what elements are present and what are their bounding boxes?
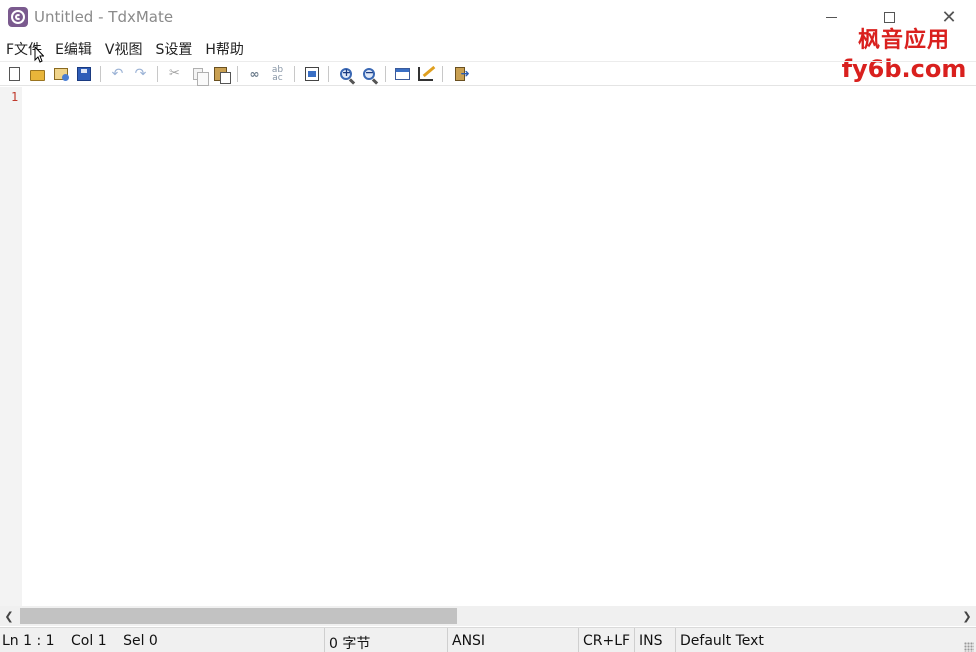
replace-icon: ab ac <box>271 64 284 83</box>
cut-button[interactable]: ✂ <box>163 63 186 85</box>
app-icon[interactable] <box>8 7 28 27</box>
status-position: Ln 1 : 1 Col 1 Sel 0 <box>0 628 324 652</box>
new-file-button[interactable] <box>3 63 26 85</box>
properties-button[interactable] <box>300 63 323 85</box>
line-number: 1 <box>11 90 19 104</box>
exit-button[interactable] <box>448 63 471 85</box>
window-title: Untitled - TdxMate <box>34 8 174 26</box>
toolbar-separator <box>385 65 386 82</box>
recent-files-icon <box>53 67 69 81</box>
exit-icon <box>454 66 470 81</box>
toolbar-separator <box>237 65 238 82</box>
new-file-icon <box>9 66 20 81</box>
status-column: Col 1 <box>71 633 107 649</box>
paste-button[interactable] <box>209 63 232 85</box>
scrollbar-thumb[interactable] <box>20 608 457 624</box>
resize-grip-icon[interactable] <box>964 642 974 652</box>
menu-view[interactable]: V视图 <box>99 36 150 60</box>
text-editor[interactable] <box>23 87 976 607</box>
chevron-left-icon: ❮ <box>4 609 14 623</box>
close-icon: ✕ <box>941 6 957 28</box>
watermark-name: 枫音应用 <box>857 28 950 53</box>
minimize-button[interactable] <box>808 0 854 34</box>
paste-icon <box>214 66 231 84</box>
menu-bar: F文件 E编辑 V视图 S设置 H帮助 <box>0 36 976 60</box>
toolbar-separator <box>294 65 295 82</box>
open-file-icon <box>30 69 45 81</box>
toolbar-separator <box>442 65 443 82</box>
edit-scheme-icon <box>418 66 433 81</box>
status-line-ending[interactable]: CR+LF <box>578 628 634 652</box>
copy-button[interactable] <box>186 63 209 86</box>
save-button[interactable] <box>72 63 95 85</box>
zoom-in-icon <box>339 66 352 80</box>
copy-icon <box>192 67 209 86</box>
toolbar-separator <box>328 65 329 82</box>
toolbar-separator <box>157 65 158 82</box>
undo-button[interactable]: ↶ <box>106 63 129 85</box>
chevron-right-icon: ❯ <box>962 609 972 623</box>
mouse-cursor-icon <box>34 46 44 63</box>
menu-settings[interactable]: S设置 <box>150 36 200 60</box>
status-bar: Ln 1 : 1 Col 1 Sel 0 0 字节 ANSI CR+LF INS… <box>0 627 976 652</box>
menu-edit[interactable]: E编辑 <box>49 36 99 60</box>
status-selection: Sel 0 <box>123 633 158 649</box>
line-number-gutter <box>0 87 22 607</box>
toolbar: ↶ ↷ ✂ ∞ ab ac <box>0 61 976 86</box>
find-icon: ∞ <box>249 66 260 81</box>
title-bar: Untitled - TdxMate ✕ <box>0 0 976 34</box>
scroll-left-button[interactable]: ❮ <box>0 606 18 626</box>
zoom-in-button[interactable] <box>334 63 357 85</box>
window-icon <box>395 67 410 80</box>
maximize-icon <box>883 11 895 23</box>
edit-scheme-button[interactable] <box>414 63 437 85</box>
window-button[interactable] <box>391 63 414 85</box>
scroll-right-button[interactable]: ❯ <box>958 606 976 626</box>
status-bytes: 0 字节 <box>324 628 447 652</box>
toolbar-separator <box>100 65 101 82</box>
zoom-out-icon <box>362 66 375 80</box>
status-insert-mode[interactable]: INS <box>634 628 675 652</box>
find-button[interactable]: ∞ <box>243 63 266 85</box>
redo-button[interactable]: ↷ <box>129 63 152 85</box>
redo-icon: ↷ <box>134 65 147 82</box>
menu-help[interactable]: H帮助 <box>199 36 251 60</box>
replace-button[interactable]: ab ac <box>266 63 289 85</box>
properties-icon <box>304 66 319 81</box>
status-line: Ln 1 : 1 <box>2 633 55 649</box>
minimize-icon <box>825 16 837 18</box>
undo-icon: ↶ <box>111 65 124 82</box>
status-encoding[interactable]: ANSI <box>447 628 578 652</box>
open-file-button[interactable] <box>26 63 49 85</box>
save-icon <box>76 66 91 81</box>
horizontal-scrollbar[interactable]: ❮ ❯ <box>0 606 976 626</box>
status-scheme[interactable]: Default Text <box>675 628 965 652</box>
recent-files-button[interactable] <box>49 63 72 85</box>
zoom-out-button[interactable] <box>357 63 380 85</box>
cut-icon: ✂ <box>169 65 180 81</box>
